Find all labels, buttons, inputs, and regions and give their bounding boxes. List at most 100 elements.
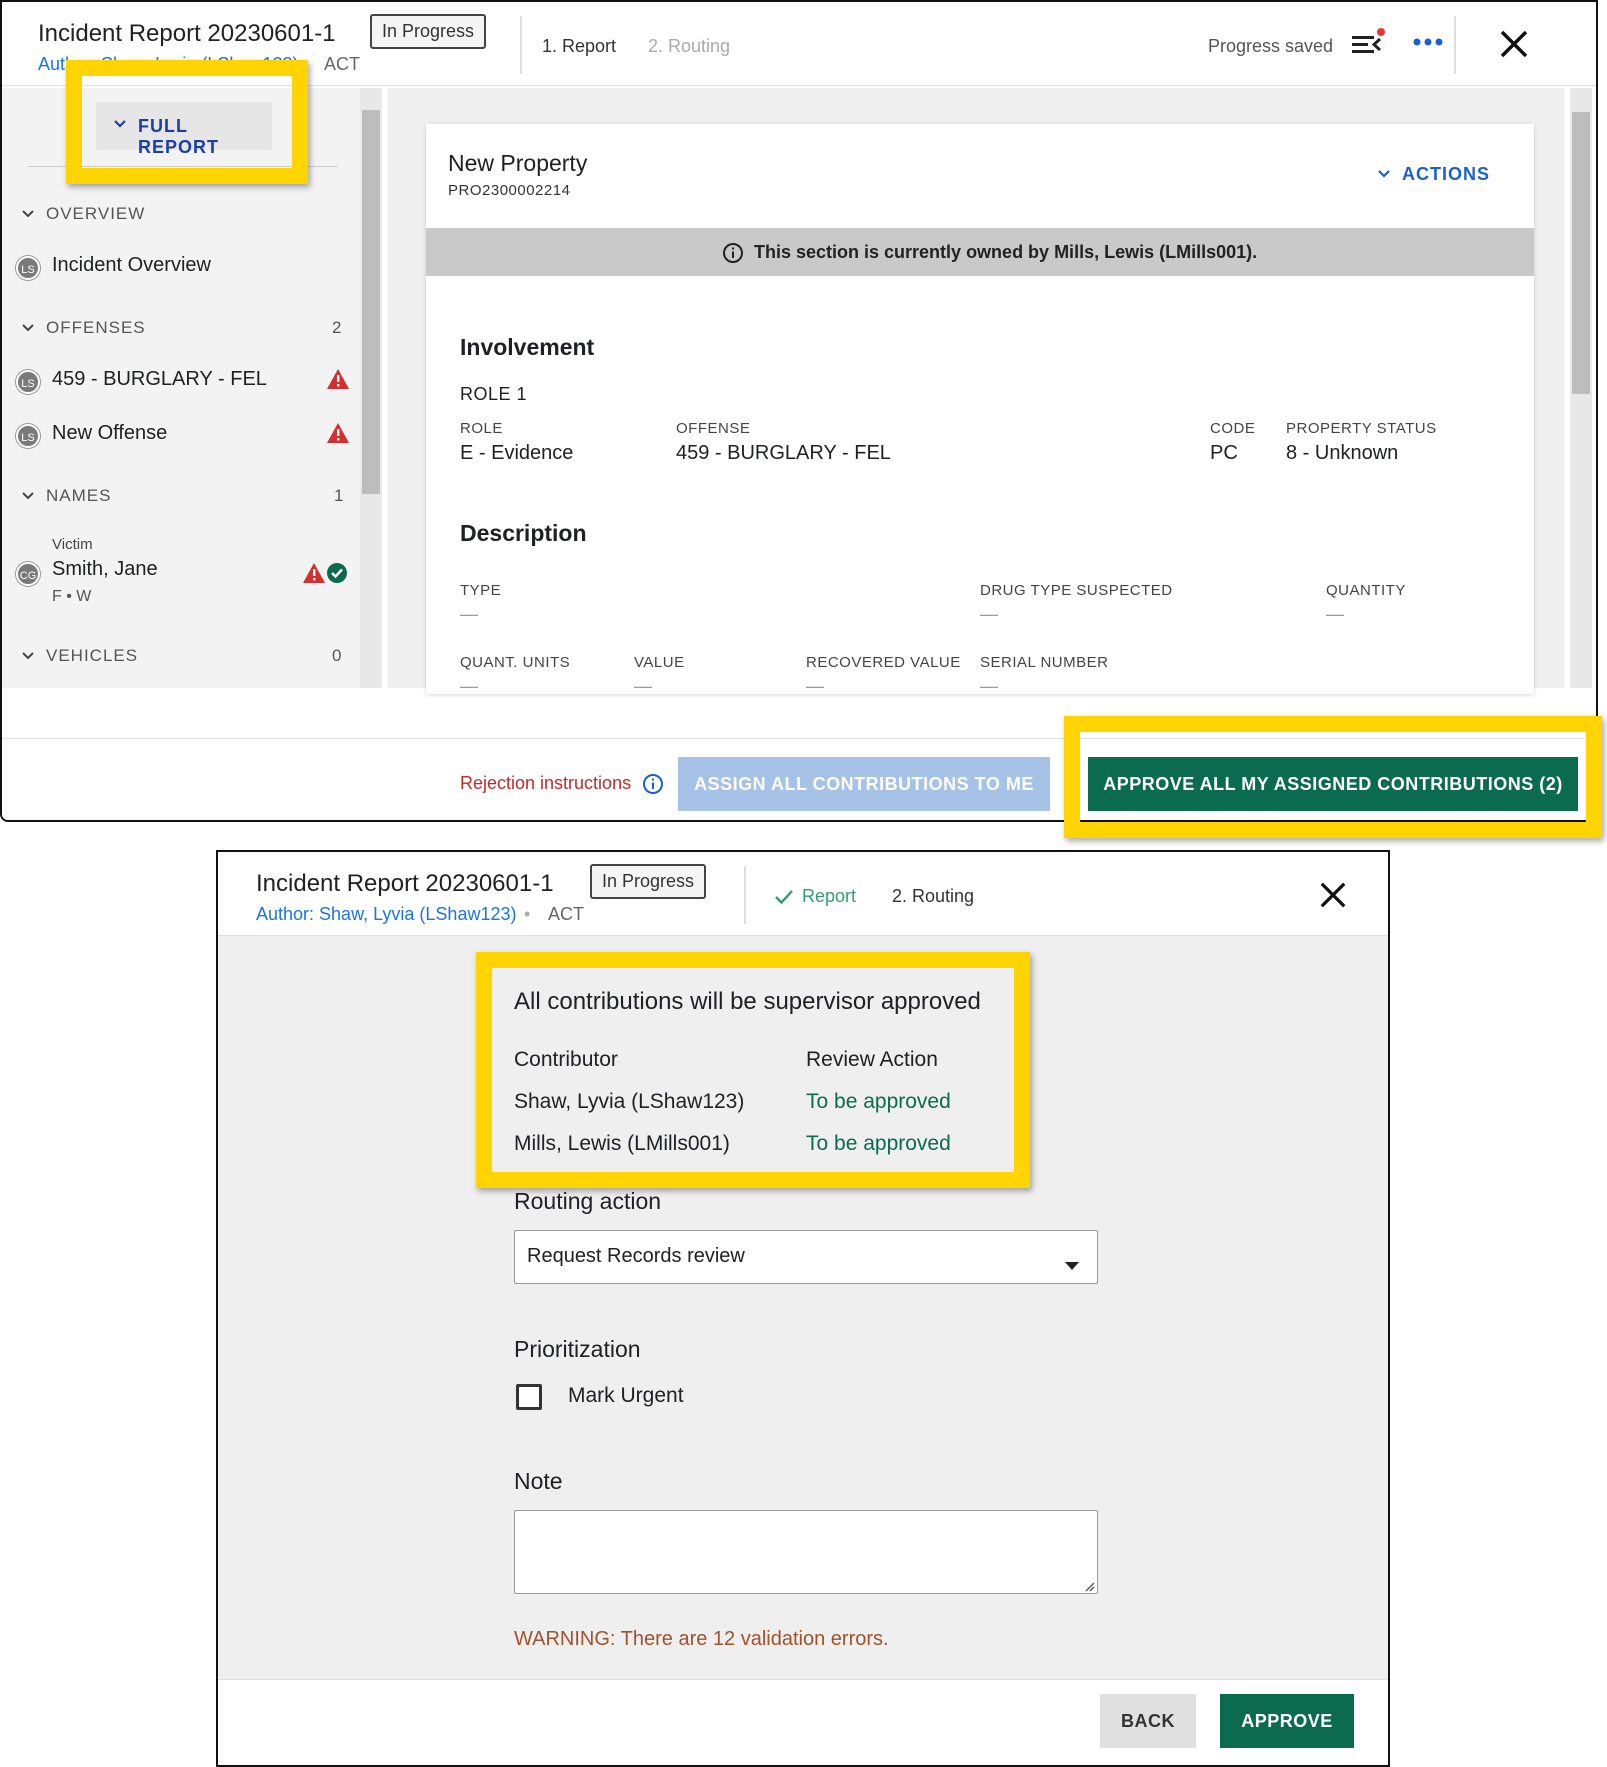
ownership-text: This section is currently owned by Mills…: [754, 242, 1258, 262]
property-card: New Property PRO2300002214 ACTIONS This …: [426, 124, 1534, 696]
sidebar-item-smith-jane[interactable]: Smith, Jane: [52, 558, 158, 581]
chevron-down-icon[interactable]: [20, 206, 36, 227]
header-divider: [520, 16, 522, 74]
agency-label: ACT: [324, 54, 360, 74]
separator-dot: •: [524, 904, 531, 924]
warning-icon: [326, 368, 350, 390]
progress-saved: Progress saved: [1208, 36, 1334, 56]
step-routing[interactable]: 2. Routing: [892, 886, 974, 907]
field-value-property-status: 8 - Unknown: [1286, 442, 1399, 464]
sidebar-item-offense-burglary[interactable]: 459 - BURGLARY - FEL: [52, 368, 267, 391]
routing-action-select[interactable]: Request Records review: [514, 1230, 1098, 1284]
step-report[interactable]: Report: [802, 886, 856, 907]
offenses-count: 2: [332, 318, 342, 337]
status-badge: In Progress: [590, 864, 707, 899]
sidebar-item-incident-overview[interactable]: Incident Overview: [52, 254, 211, 277]
avatar: CG: [16, 562, 40, 586]
info-icon: [722, 242, 744, 269]
sidebar-scroll-thumb[interactable]: [362, 110, 380, 494]
resize-handle-icon[interactable]: [1083, 1579, 1095, 1597]
vehicles-count: 0: [332, 646, 342, 665]
step-report[interactable]: 1. Report: [542, 36, 616, 57]
chevron-down-icon[interactable]: [20, 648, 36, 669]
involvement-heading: Involvement: [460, 334, 595, 360]
highlight-full-report: [66, 60, 308, 184]
prioritization-label: Prioritization: [514, 1336, 641, 1362]
description-heading: Description: [460, 520, 587, 546]
actions-button[interactable]: ACTIONS: [1402, 164, 1490, 185]
field-value-type: —: [460, 604, 478, 624]
note-label: Note: [514, 1468, 563, 1494]
close-icon[interactable]: [1318, 880, 1348, 910]
agency-label: ACT: [548, 904, 584, 924]
field-value-quant-units: —: [460, 676, 478, 696]
highlight-approval-summary: [476, 952, 1030, 1188]
field-value-quantity: —: [1326, 604, 1344, 624]
name-role: Victim: [52, 536, 93, 553]
field-label-offense: OFFENSE: [676, 420, 751, 437]
chevron-down-icon[interactable]: [20, 320, 36, 341]
close-icon[interactable]: [1498, 28, 1530, 60]
report-title: Incident Report 20230601-1: [256, 870, 554, 897]
main-scroll-thumb[interactable]: [1572, 112, 1590, 394]
ownership-banner: This section is currently owned by Mills…: [426, 228, 1534, 276]
info-icon[interactable]: [642, 773, 664, 800]
header-divider: [744, 866, 746, 924]
field-value-code: PC: [1210, 442, 1238, 464]
name-demographics: F • W: [52, 588, 92, 605]
field-value-value: —: [634, 676, 652, 696]
chevron-down-icon[interactable]: [20, 488, 36, 509]
avatar: LS: [16, 256, 40, 280]
more-icon[interactable]: [1412, 36, 1444, 48]
avatar: LS: [16, 370, 40, 394]
mark-urgent-checkbox[interactable]: [516, 1384, 542, 1410]
back-button[interactable]: BACK: [1100, 1694, 1196, 1748]
check-circle-icon: [326, 562, 348, 584]
routing-header: Incident Report 20230601-1 In Progress A…: [218, 852, 1388, 936]
field-label-quantity: QUANTITY: [1326, 582, 1406, 599]
step-routing[interactable]: 2. Routing: [648, 36, 730, 57]
field-value-role: E - Evidence: [460, 442, 574, 464]
section-offenses[interactable]: OFFENSES: [46, 318, 146, 338]
field-label-serial-number: SERIAL NUMBER: [980, 654, 1109, 671]
routing-action-value: Request Records review: [527, 1245, 745, 1267]
field-label-role: ROLE: [460, 420, 503, 437]
field-value-serial-number: —: [980, 676, 998, 696]
section-overview[interactable]: OVERVIEW: [46, 204, 145, 224]
field-label-recovered-value: RECOVERED VALUE: [806, 654, 961, 671]
author-link[interactable]: Author: Shaw, Lyvia (LShaw123): [256, 904, 516, 925]
property-id: PRO2300002214: [448, 182, 571, 199]
field-label-drug-type: DRUG TYPE SUSPECTED: [980, 582, 1173, 599]
avatar: LS: [16, 424, 40, 448]
card-title: New Property: [448, 150, 588, 176]
check-icon: [774, 888, 794, 911]
field-value-drug-type: —: [980, 604, 998, 624]
warning-icon: [302, 562, 326, 584]
field-label-quant-units: QUANT. UNITS: [460, 654, 571, 671]
rejection-instructions-link[interactable]: Rejection instructions: [460, 773, 631, 794]
field-label-code: CODE: [1210, 420, 1256, 437]
field-label-value: VALUE: [634, 654, 685, 671]
routing-action-label: Routing action: [514, 1188, 662, 1214]
approve-button[interactable]: APPROVE: [1220, 1694, 1354, 1748]
report-title: Incident Report 20230601-1: [38, 20, 336, 47]
assign-all-contributions-button[interactable]: ASSIGN ALL CONTRIBUTIONS TO ME: [678, 757, 1050, 811]
header-divider-2: [1454, 16, 1456, 74]
sidebar-item-new-offense[interactable]: New Offense: [52, 422, 167, 445]
list-alert-icon[interactable]: [1350, 28, 1386, 60]
role-group-label: ROLE 1: [460, 384, 528, 404]
status-badge: In Progress: [370, 14, 487, 49]
field-value-recovered-value: —: [806, 676, 824, 696]
note-textarea[interactable]: [514, 1510, 1098, 1594]
field-value-offense: 459 - BURGLARY - FEL: [676, 442, 891, 464]
validation-warning: WARNING: There are 12 validation errors.: [514, 1628, 889, 1650]
section-names[interactable]: NAMES: [46, 486, 111, 506]
dropdown-arrow-icon: [1065, 1253, 1079, 1276]
names-count: 1: [334, 486, 344, 505]
mark-urgent-label[interactable]: Mark Urgent: [568, 1384, 684, 1408]
warning-icon: [326, 422, 350, 444]
highlight-approve-all: [1064, 716, 1602, 838]
field-label-type: TYPE: [460, 582, 502, 599]
chevron-down-icon[interactable]: [1376, 166, 1392, 187]
section-vehicles[interactable]: VEHICLES: [46, 646, 138, 666]
